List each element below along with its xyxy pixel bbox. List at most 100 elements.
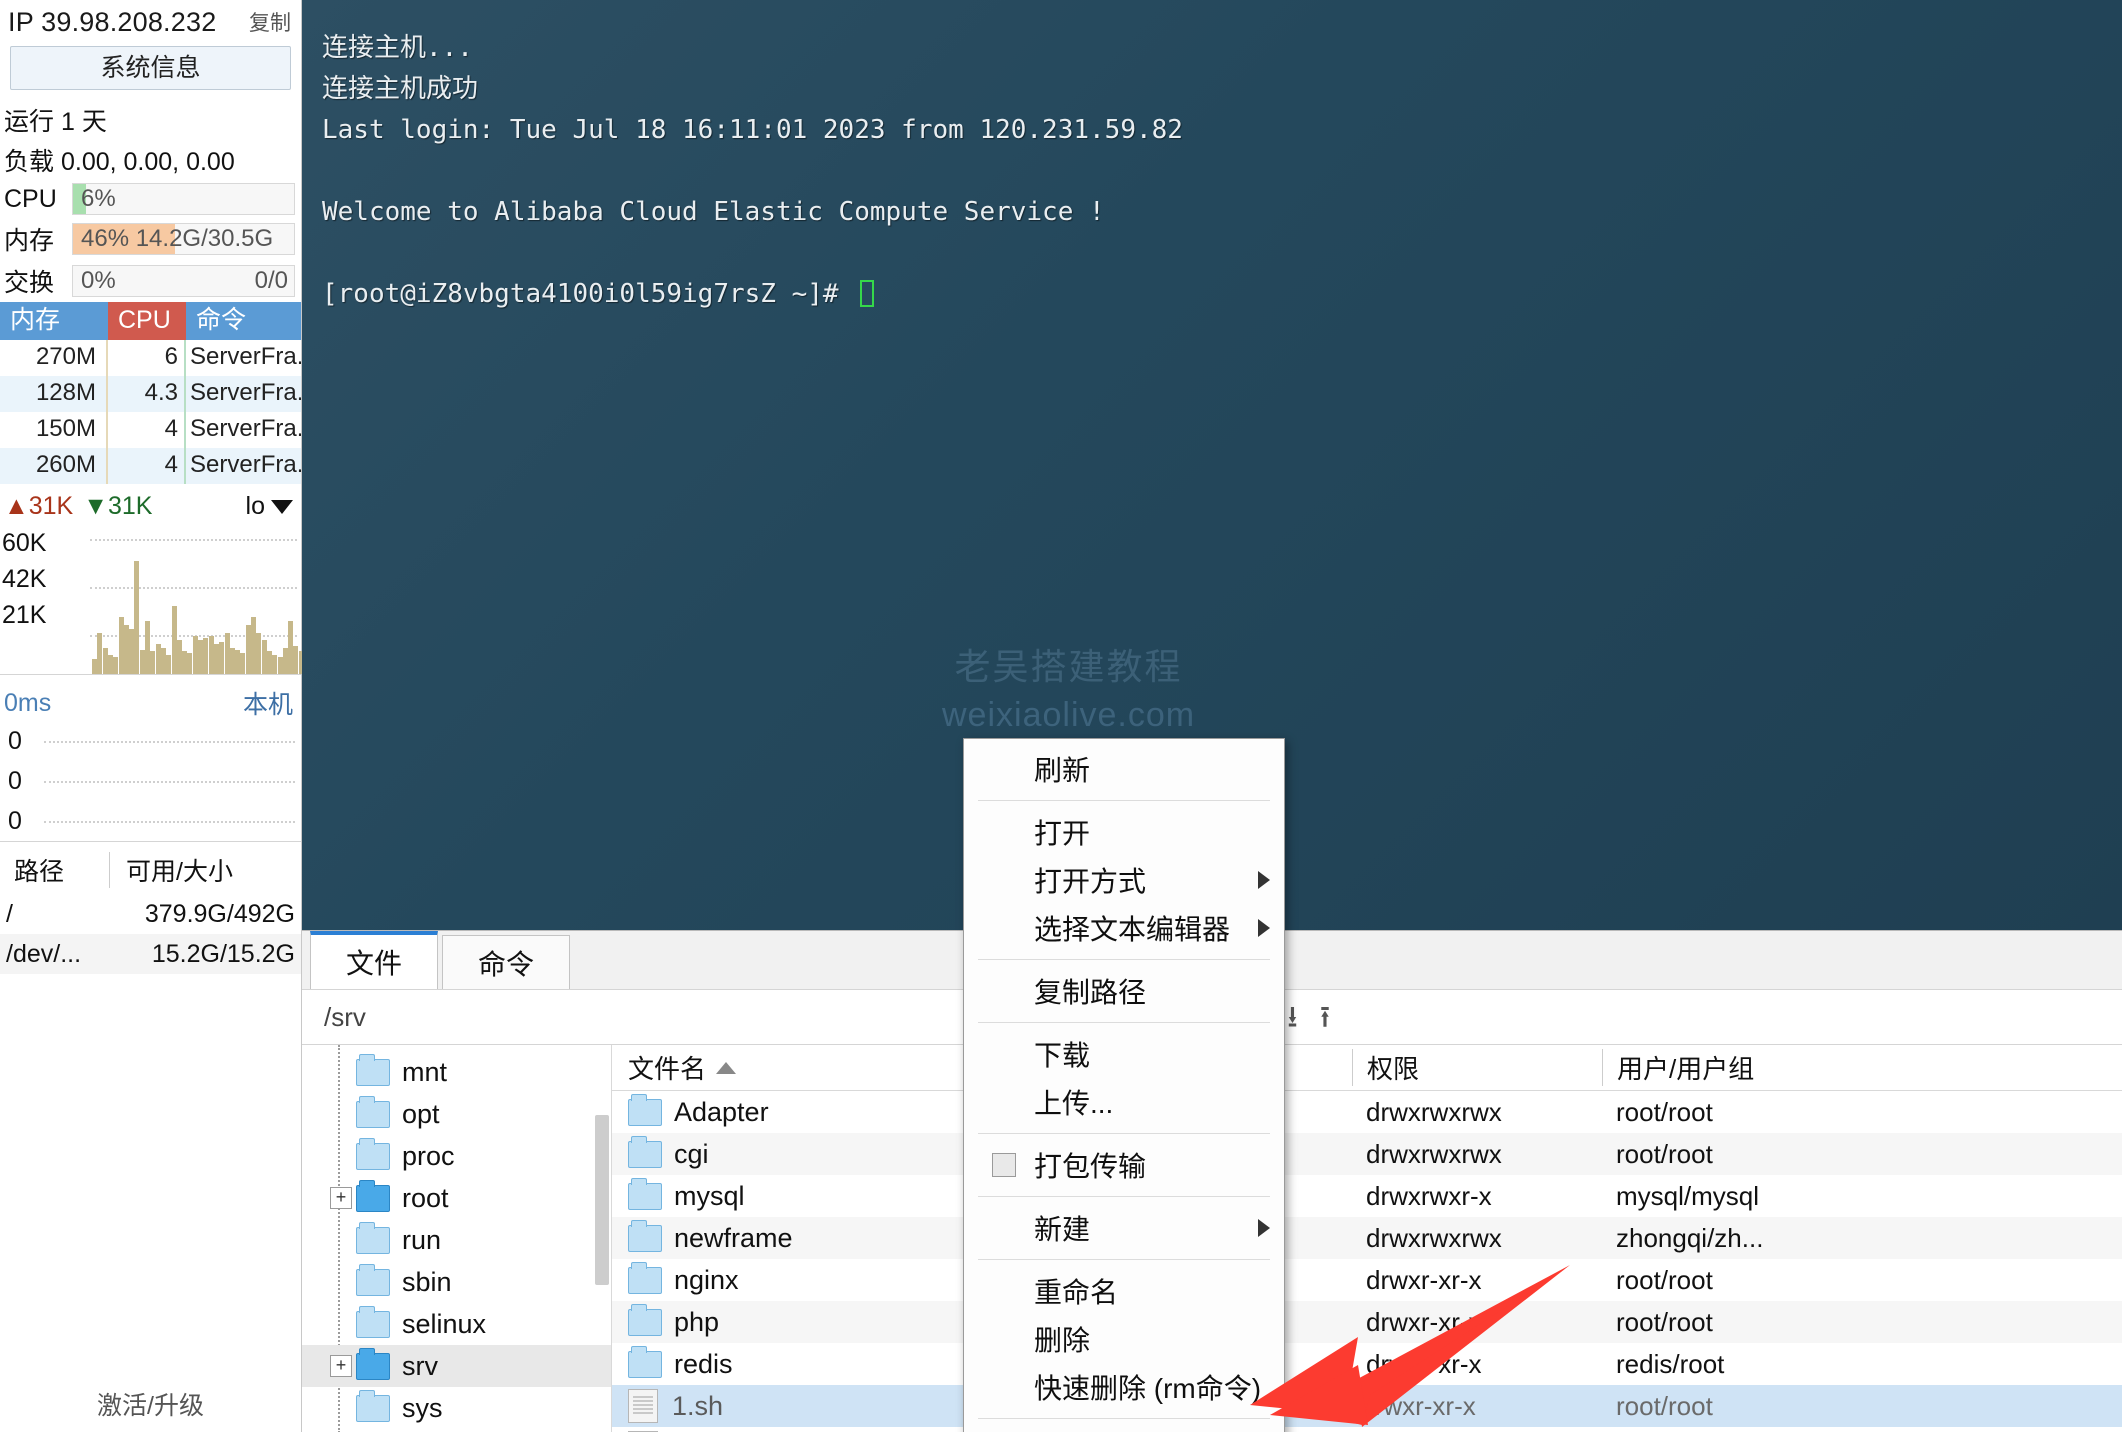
context-menu-item[interactable]: 打开方式 [964,856,1284,904]
process-cpu: 6 [108,340,186,376]
file-name: redis [674,1348,733,1379]
process-row[interactable]: 128M 4.3 ServerFra. [0,376,301,412]
network-axis-tick-2: 21K [2,597,51,633]
context-menu-item[interactable]: 上传... [964,1078,1284,1126]
disk-header-size: 可用/大小 [126,858,233,886]
disk-row[interactable]: /dev/... 15.2G/15.2G [0,934,301,974]
tab-commands[interactable]: 命令 [442,935,570,989]
folder-icon [628,1261,662,1294]
network-bar [261,640,267,674]
network-axis-tick-1: 42K [2,561,51,597]
file-name-header-label: 文件名 [628,1054,707,1084]
context-menu-label: 删除 [1034,1325,1091,1356]
tree-node-mnt[interactable]: mnt [302,1051,611,1093]
download-to-disk-icon[interactable]: ⭳ [1287,995,1298,1046]
context-menu-item[interactable]: 打开 [964,808,1284,856]
owner-header[interactable]: 用户/用户组 [1602,1049,2122,1086]
tab-files[interactable]: 文件 [310,931,438,989]
latency-host[interactable]: 本机 [243,685,293,721]
context-menu-item[interactable]: 新建 [964,1204,1284,1252]
tree-node-opt[interactable]: opt [302,1093,611,1135]
process-cpu: 4 [108,412,186,448]
context-menu-item[interactable]: 文件权限... [964,1426,1284,1432]
system-info-button[interactable]: 系统信息 [10,46,291,90]
load-label: 负载 [4,148,55,176]
context-menu-item[interactable]: 刷新 [964,745,1284,793]
memory-meter: 46% 14.2G/30.5G [72,223,295,255]
disk-header-path: 路径 [0,852,110,888]
tree-scrollbar-thumb[interactable] [595,1115,609,1285]
tree-node-sys[interactable]: sys [302,1387,611,1429]
tree-node-selinux[interactable]: selinux [302,1303,611,1345]
activate-upgrade-link[interactable]: 激活/升级 [0,1386,301,1432]
expand-icon[interactable]: + [330,1187,352,1209]
file-permission: drwxr-xr-x [1366,1306,1482,1337]
tree-node-run[interactable]: run [302,1219,611,1261]
context-menu-item[interactable]: 复制路径 [964,967,1284,1015]
file-icon [628,1389,658,1423]
ip-value: 39.98.208.232 [41,6,217,37]
latency-axis-tick-1: 0 [0,761,301,801]
upload-from-disk-icon[interactable]: ⭱ [1320,995,1331,1046]
network-bar [277,657,283,674]
network-bar [229,647,235,674]
file-permission: drwxr-xr-x [1366,1264,1482,1295]
permission-header[interactable]: 权限 [1352,1049,1602,1086]
tree-node-label: selinux [402,1308,487,1339]
network-bar [266,651,272,674]
context-menu-label: 刷新 [1034,755,1091,786]
file-name: 1.sh [672,1390,724,1421]
network-bar [97,632,103,674]
network-chart-axis: 60K 42K 21K [2,525,51,633]
file-owner: root/root [1616,1390,1713,1421]
network-bar [160,647,166,674]
folder-icon [628,1093,662,1126]
context-menu-item[interactable]: 重命名 [964,1267,1284,1315]
context-menu-item[interactable]: 下载 [964,1030,1284,1078]
context-menu-label: 上传... [1034,1088,1114,1119]
network-upload-rate: ▲31K [4,492,74,520]
load-value: 0.00, 0.00, 0.00 [60,148,235,176]
expand-icon[interactable]: + [330,1355,352,1377]
network-bar [235,649,241,674]
process-row[interactable]: 270M 6 ServerFra. [0,340,301,376]
tree-node-label: mnt [402,1056,448,1087]
network-bar [272,655,278,674]
context-menu-label: 打开 [1034,818,1091,849]
process-table-header: 内存 CPU 命令 [0,302,301,340]
file-context-menu[interactable]: 刷新 打开 打开方式 选择文本编辑器 复制路径 下载 上传... 打包传输 新建… [963,738,1285,1432]
tree-node-sbin[interactable]: sbin [302,1261,611,1303]
process-row[interactable]: 150M 4 ServerFra. [0,412,301,448]
tree-node-root[interactable]: + root [302,1177,611,1219]
context-menu-item[interactable]: 打包传输 [964,1141,1284,1189]
ip-row: IP 39.98.208.232 复制 [0,0,301,42]
process-header-memory[interactable]: 内存 [0,302,108,340]
watermark-url: weixiaolive.com [942,696,1196,734]
copy-ip-button[interactable]: 复制 [243,7,291,37]
network-bar [192,636,198,674]
process-cpu: 4 [108,448,186,484]
network-interface-select[interactable]: lo [246,492,293,521]
network-bar [171,606,177,674]
context-menu-item[interactable]: 快速删除 (rm命令) [964,1363,1284,1411]
disk-row[interactable]: / 379.9G/492G [0,894,301,934]
process-header-command[interactable]: 命令 [186,302,301,340]
tree-node-label: proc [402,1140,455,1171]
checkbox-icon[interactable] [992,1153,1016,1177]
file-list: 文件名 Adapter cgi mysql newframe nginx php… [612,1045,2122,1432]
context-menu-item[interactable]: 选择文本编辑器 [964,904,1284,952]
process-header-cpu[interactable]: CPU [108,302,186,340]
file-permission: drwxrwxr-x [1366,1180,1492,1211]
menu-separator [978,959,1270,960]
process-row[interactable]: 260M 4 ServerFra. [0,448,301,484]
network-bar [187,653,193,674]
submenu-arrow-icon [1258,871,1270,889]
context-menu-item[interactable]: 删除 [964,1315,1284,1363]
tree-node-srv[interactable]: + srv [302,1345,611,1387]
folder-icon [356,1137,390,1170]
ip-display: IP 39.98.208.232 [8,7,216,38]
tree-node-proc[interactable]: proc [302,1135,611,1177]
network-bar [176,640,182,674]
network-bar [150,651,156,674]
submenu-arrow-icon [1258,919,1270,937]
